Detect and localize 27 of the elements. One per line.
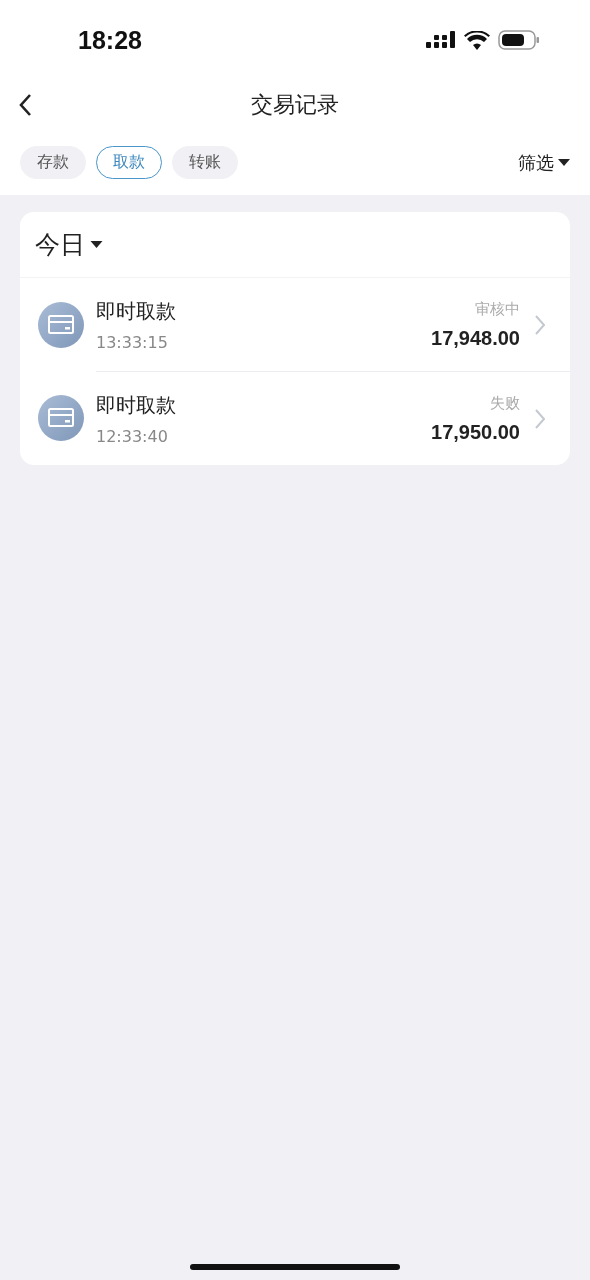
transaction-title: 即时取款 — [96, 391, 177, 419]
transaction-title: 即时取款 — [96, 297, 177, 325]
filter-dropdown[interactable]: 筛选 — [518, 150, 570, 175]
transaction-row[interactable]: 即时取款 12:33:40 失败 17,950.00 — [20, 371, 570, 465]
transaction-time: 13:33:15 — [96, 332, 169, 352]
back-icon[interactable] — [18, 93, 32, 117]
page-title: 交易记录 — [251, 91, 339, 119]
transaction-status: 失败 — [490, 393, 520, 413]
chevron-right-icon — [534, 313, 546, 336]
caret-icon — [558, 158, 570, 167]
card-icon — [38, 301, 84, 348]
chevron-right-icon — [534, 407, 546, 430]
transaction-amount: 17,950.00 — [431, 420, 520, 444]
filter-tab[interactable]: 转账 — [172, 146, 238, 179]
filter-tab[interactable]: 取款 — [96, 146, 162, 179]
status-time: 18:28 — [78, 25, 142, 55]
battery-icon — [498, 30, 540, 50]
date-dropdown[interactable]: 今日 — [35, 228, 103, 261]
transaction-row[interactable]: 即时取款 13:33:15 审核中 17,948.00 — [20, 278, 570, 371]
transaction-time: 12:33:40 — [96, 426, 169, 446]
transaction-status: 审核中 — [475, 299, 520, 319]
signal-icon — [426, 31, 456, 49]
caret-icon — [90, 240, 103, 249]
card-icon — [38, 395, 84, 441]
wifi-icon — [464, 30, 490, 50]
filter-tab[interactable]: 存款 — [20, 146, 86, 179]
transaction-amount: 17,948.00 — [431, 326, 520, 350]
